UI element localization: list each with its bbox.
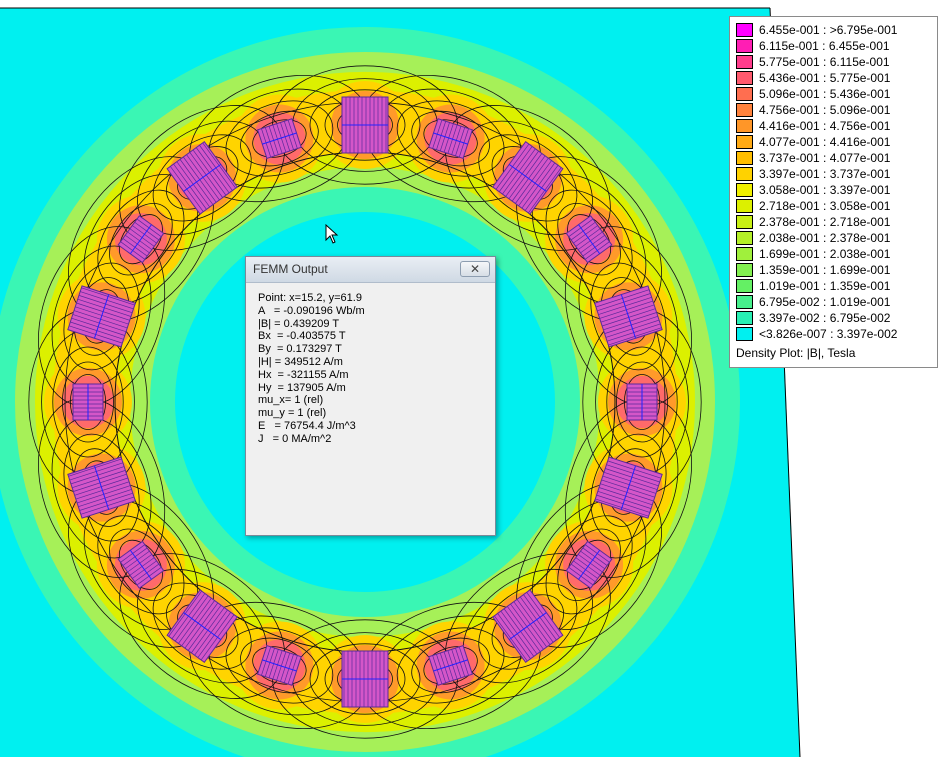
legend-label: 3.058e-001 : 3.397e-001 <box>759 183 891 197</box>
legend-label: 3.397e-001 : 3.737e-001 <box>759 167 891 181</box>
output-line: |H| = 349512 A/m <box>258 355 343 368</box>
legend-swatch <box>736 199 753 213</box>
legend-row: 4.416e-001 : 4.756e-001 <box>736 118 890 134</box>
legend-row: 3.058e-001 : 3.397e-001 <box>736 182 890 198</box>
output-line: E = 76754.4 J/m^3 <box>258 419 356 432</box>
legend-row: 2.378e-001 : 2.718e-001 <box>736 214 890 230</box>
coil <box>341 650 389 708</box>
legend-row: 5.096e-001 : 5.436e-001 <box>736 86 890 102</box>
legend-label: 5.436e-001 : 5.775e-001 <box>759 71 891 85</box>
legend-swatch <box>736 231 753 245</box>
legend-swatch <box>736 39 753 53</box>
legend-row: 2.038e-001 : 2.378e-001 <box>736 230 890 246</box>
legend-row: 6.455e-001 : >6.795e-001 <box>736 22 897 38</box>
output-line: J = 0 MA/m^2 <box>258 432 332 445</box>
legend-swatch <box>736 103 753 117</box>
legend-label: 5.775e-001 : 6.115e-001 <box>759 55 890 69</box>
legend-label: 3.397e-002 : 6.795e-002 <box>759 311 891 325</box>
dialog-title: FEMM Output <box>253 262 328 276</box>
coil <box>626 383 658 421</box>
legend-row: <3.826e-007 : 3.397e-002 <box>736 326 897 342</box>
output-line: By = 0.173297 T <box>258 343 342 356</box>
output-line: mu_y = 1 (rel) <box>258 407 327 420</box>
legend-row: 4.077e-001 : 4.416e-001 <box>736 134 890 150</box>
legend-swatch <box>736 87 753 101</box>
legend-label: 4.416e-001 : 4.756e-001 <box>759 119 891 133</box>
output-line: mu_x= 1 (rel) <box>258 394 324 407</box>
output-line: Hx = -321155 A/m <box>258 368 349 381</box>
legend-label: 3.737e-001 : 4.077e-001 <box>759 151 891 165</box>
legend-label: 4.756e-001 : 5.096e-001 <box>759 103 891 117</box>
legend-row: 2.718e-001 : 3.058e-001 <box>736 198 890 214</box>
legend-row: 6.795e-002 : 1.019e-001 <box>736 294 890 310</box>
legend-swatch <box>736 247 753 261</box>
legend-swatch <box>736 215 753 229</box>
legend-label: 1.699e-001 : 2.038e-001 <box>759 247 891 261</box>
legend-row: 3.397e-002 : 6.795e-002 <box>736 310 890 326</box>
legend-swatch <box>736 55 753 69</box>
legend-row: 3.397e-001 : 3.737e-001 <box>736 166 890 182</box>
legend-panel: 6.455e-001 : >6.795e-001 6.115e-001 : 6.4… <box>729 16 938 368</box>
legend-label: 1.019e-001 : 1.359e-001 <box>759 279 891 293</box>
legend-label: 6.455e-001 : >6.795e-001 <box>759 23 898 37</box>
legend-row: 1.019e-001 : 1.359e-001 <box>736 278 890 294</box>
legend-swatch <box>736 23 753 37</box>
legend-row: 3.737e-001 : 4.077e-001 <box>736 150 890 166</box>
legend-row: 1.699e-001 : 2.038e-001 <box>736 246 890 262</box>
legend-label: <3.826e-007 : 3.397e-002 <box>759 327 898 341</box>
output-line: A = -0.090196 Wb/m <box>258 304 365 317</box>
dialog-body: Point: x=15.2, y=61.9 A = -0.090196 Wb/m… <box>258 292 365 446</box>
output-line: Bx = -0.403575 T <box>258 330 346 343</box>
legend-title: Density Plot: |B|, Tesla <box>736 346 856 360</box>
legend-label: 6.115e-001 : 6.455e-001 <box>759 39 890 53</box>
coil <box>341 96 389 154</box>
legend-label: 4.077e-001 : 4.416e-001 <box>759 135 891 149</box>
legend-label: 2.378e-001 : 2.718e-001 <box>759 215 891 229</box>
legend-label: 6.795e-002 : 1.019e-001 <box>759 295 891 309</box>
femm-output-dialog[interactable]: FEMM Output ✕ Point: x=15.2, y=61.9 A = … <box>245 256 496 536</box>
legend-label: 5.096e-001 : 5.436e-001 <box>759 87 891 101</box>
legend-swatch <box>736 327 753 341</box>
legend-label: 1.359e-001 : 1.699e-001 <box>759 263 891 277</box>
legend-swatch <box>736 167 753 181</box>
legend-row: 5.775e-001 : 6.115e-001 <box>736 54 890 70</box>
legend-swatch <box>736 279 753 293</box>
legend-swatch <box>736 183 753 197</box>
coil <box>72 383 104 421</box>
legend-swatch <box>736 71 753 85</box>
output-line: |B| = 0.439209 T <box>258 317 340 330</box>
dialog-titlebar[interactable]: FEMM Output ✕ <box>246 257 495 283</box>
mouse-pointer-icon <box>325 224 339 244</box>
output-line: Point: x=15.2, y=61.9 <box>258 292 362 304</box>
legend-swatch <box>736 135 753 149</box>
legend-swatch <box>736 119 753 133</box>
close-button[interactable]: ✕ <box>460 261 490 277</box>
legend-swatch <box>736 311 753 325</box>
legend-swatch <box>736 151 753 165</box>
legend-row: 6.115e-001 : 6.455e-001 <box>736 38 890 54</box>
legend-label: 2.038e-001 : 2.378e-001 <box>759 231 891 245</box>
legend-row: 5.436e-001 : 5.775e-001 <box>736 70 890 86</box>
legend-swatch <box>736 295 753 309</box>
legend-swatch <box>736 263 753 277</box>
legend-label: 2.718e-001 : 3.058e-001 <box>759 199 891 213</box>
close-icon: ✕ <box>469 262 481 276</box>
legend-row: 4.756e-001 : 5.096e-001 <box>736 102 890 118</box>
output-line: Hy = 137905 A/m <box>258 381 346 394</box>
legend-row: 1.359e-001 : 1.699e-001 <box>736 262 890 278</box>
